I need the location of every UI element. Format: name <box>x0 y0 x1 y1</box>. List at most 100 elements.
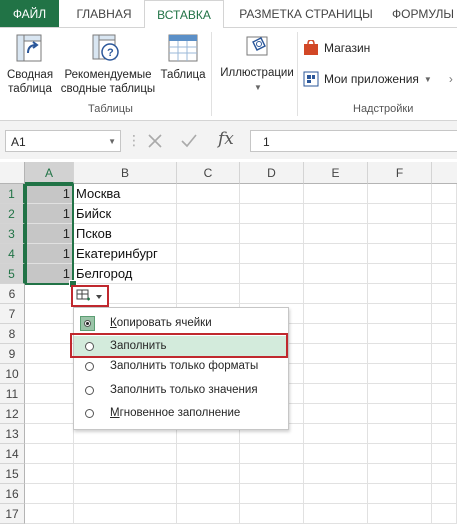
grid-cell[interactable] <box>304 344 368 364</box>
column-header-a[interactable]: A <box>25 162 74 184</box>
grid-cell[interactable] <box>368 324 432 344</box>
menu-item-fill-values[interactable]: Заполнить только значения <box>74 380 286 400</box>
row-header[interactable]: 6 <box>0 284 25 304</box>
grid-cell[interactable] <box>177 444 240 464</box>
grid-cell[interactable] <box>432 464 457 484</box>
grid-cell[interactable] <box>74 444 177 464</box>
grid-cell[interactable] <box>25 444 74 464</box>
grid-cell[interactable] <box>368 344 432 364</box>
grid-cell[interactable] <box>25 344 74 364</box>
grid-cell[interactable] <box>432 384 457 404</box>
grid-cell[interactable] <box>304 384 368 404</box>
cell-a2[interactable]: 1 <box>25 204 74 224</box>
grid-cell[interactable] <box>432 404 457 424</box>
grid-cell[interactable] <box>304 504 368 524</box>
grid-cell[interactable] <box>368 384 432 404</box>
row-header[interactable]: 9 <box>0 344 25 364</box>
cell-a4[interactable]: 1 <box>25 244 74 264</box>
row-header[interactable]: 11 <box>0 384 25 404</box>
auto-fill-options-button[interactable] <box>71 285 109 307</box>
grid-cell[interactable] <box>368 204 432 224</box>
grid-cell[interactable] <box>368 284 432 304</box>
grid-cell[interactable] <box>304 464 368 484</box>
grid-cell[interactable] <box>304 484 368 504</box>
row-header[interactable]: 5 <box>0 264 25 284</box>
column-header-f[interactable]: F <box>368 162 432 184</box>
grid-cell[interactable] <box>240 444 304 464</box>
grid-cell[interactable] <box>177 484 240 504</box>
grid-cell[interactable] <box>432 424 457 444</box>
grid-cell[interactable] <box>368 424 432 444</box>
cell-b5[interactable]: Белгород <box>74 264 177 284</box>
menu-item-fill-series[interactable]: Заполнить <box>74 336 286 356</box>
row-header[interactable]: 16 <box>0 484 25 504</box>
grid-cell[interactable] <box>25 284 74 304</box>
grid-cell[interactable] <box>304 424 368 444</box>
cell-b2[interactable]: Бийск <box>74 204 177 224</box>
grid-cell[interactable] <box>432 364 457 384</box>
formula-input[interactable]: 1 <box>250 130 457 152</box>
grid-cell[interactable] <box>25 304 74 324</box>
grid-cell[interactable] <box>368 304 432 324</box>
my-apps-button[interactable]: Мои приложения ▼ › <box>303 69 453 89</box>
menu-item-fill-formats[interactable]: Заполнить только форматы <box>74 356 286 376</box>
grid-cell[interactable] <box>177 264 240 284</box>
grid-cell[interactable] <box>25 484 74 504</box>
grid-cell[interactable] <box>240 484 304 504</box>
grid-cell[interactable] <box>25 364 74 384</box>
row-header[interactable]: 14 <box>0 444 25 464</box>
insert-function-button[interactable]: fx <box>218 129 234 149</box>
grid-cell[interactable] <box>25 504 74 524</box>
grid-cell[interactable] <box>25 384 74 404</box>
cancel-icon[interactable] <box>146 132 164 150</box>
grid-cell[interactable] <box>304 184 368 204</box>
column-header-g[interactable] <box>432 162 457 184</box>
column-header-d[interactable]: D <box>240 162 304 184</box>
grid-cell[interactable] <box>240 224 304 244</box>
grid-cell[interactable] <box>432 184 457 204</box>
grid-cell[interactable] <box>368 184 432 204</box>
row-header[interactable]: 12 <box>0 404 25 424</box>
grid-cell[interactable] <box>368 444 432 464</box>
name-box[interactable]: A1 ▼ <box>5 130 121 152</box>
grid-cell[interactable] <box>177 244 240 264</box>
grid-cell[interactable] <box>74 464 177 484</box>
grid-cell[interactable] <box>240 284 304 304</box>
grid-cell[interactable] <box>432 204 457 224</box>
column-header-e[interactable]: E <box>304 162 368 184</box>
cell-b4[interactable]: Екатеринбург <box>74 244 177 264</box>
store-button[interactable]: Магазин <box>303 38 370 58</box>
grid-cell[interactable] <box>432 264 457 284</box>
grid-cell[interactable] <box>432 344 457 364</box>
grid-cell[interactable] <box>432 284 457 304</box>
grid-cell[interactable] <box>304 264 368 284</box>
grid-cell[interactable] <box>368 224 432 244</box>
row-header[interactable]: 10 <box>0 364 25 384</box>
grid-cell[interactable] <box>304 244 368 264</box>
tab-insert[interactable]: ВСТАВКА <box>144 0 224 29</box>
tab-file[interactable]: ФАЙЛ <box>0 0 59 27</box>
row-header[interactable]: 3 <box>0 224 25 244</box>
menu-item-flash-fill[interactable]: Мгновенное заполнение <box>74 403 286 423</box>
grid-cell[interactable] <box>240 244 304 264</box>
grid-cell[interactable] <box>177 504 240 524</box>
row-header[interactable]: 17 <box>0 504 25 524</box>
cell-b1[interactable]: Москва <box>74 184 177 204</box>
grid-cell[interactable] <box>177 204 240 224</box>
grid-cell[interactable] <box>368 364 432 384</box>
row-header[interactable]: 15 <box>0 464 25 484</box>
row-header[interactable]: 1 <box>0 184 25 204</box>
grid-cell[interactable] <box>177 184 240 204</box>
grid-cell[interactable] <box>304 204 368 224</box>
grid-cell[interactable] <box>304 364 368 384</box>
cell-a5[interactable]: 1 <box>25 264 74 284</box>
grid-cell[interactable] <box>240 204 304 224</box>
cell-b3[interactable]: Псков <box>74 224 177 244</box>
column-header-b[interactable]: B <box>74 162 177 184</box>
grid-cell[interactable] <box>25 464 74 484</box>
grid-cell[interactable] <box>368 484 432 504</box>
menu-item-copy-cells[interactable]: Копировать ячейки <box>74 313 286 333</box>
grid-cell[interactable] <box>432 504 457 524</box>
grid-cell[interactable] <box>432 484 457 504</box>
grid-cell[interactable] <box>304 324 368 344</box>
